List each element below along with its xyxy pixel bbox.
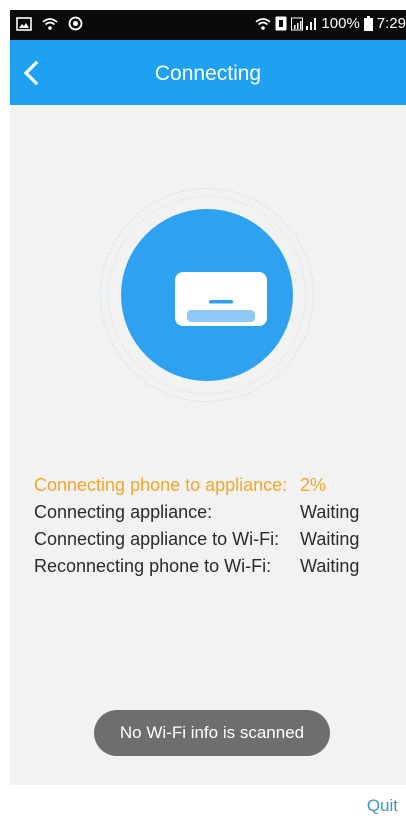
step-label: Connecting appliance: <box>34 502 213 522</box>
step-label: Reconnecting phone to Wi-Fi: <box>34 556 272 576</box>
step-reconnect-phone: Reconnecting phone to Wi-Fi: Waiting <box>34 556 394 583</box>
step-status: Waiting <box>300 502 360 522</box>
step-connecting-appliance: Connecting appliance: Waiting <box>34 502 394 529</box>
battery-icon <box>363 16 373 31</box>
status-bar: 100% 7:29 <box>10 10 406 40</box>
signal-icon <box>291 17 317 31</box>
device-circle <box>121 209 293 381</box>
battery-percent: 100% <box>321 15 360 32</box>
quit-button[interactable]: Quit <box>367 796 398 816</box>
step-appliance-to-wifi: Connecting appliance to Wi-Fi: Waiting <box>34 529 394 556</box>
connection-steps: Connecting phone to appliance: 2% Connec… <box>34 475 394 583</box>
step-label: Connecting appliance to Wi-Fi: <box>34 529 280 549</box>
app-header: Connecting <box>10 40 406 105</box>
step-phone-to-appliance: Connecting phone to appliance: 2% <box>34 475 394 502</box>
toast-message: No Wi-Fi info is scanned <box>94 710 330 756</box>
status-bar-left <box>16 16 83 31</box>
app-screen: 100% 7:29 Connecting Connecting phone to… <box>10 10 406 822</box>
step-status: Waiting <box>300 556 360 576</box>
sync-icon <box>68 16 83 31</box>
air-conditioner-icon <box>175 272 267 326</box>
sim-icon <box>275 16 287 31</box>
step-status: Waiting <box>300 529 360 549</box>
step-status: 2% <box>300 475 327 495</box>
connection-content: Connecting phone to appliance: 2% Connec… <box>10 105 406 785</box>
status-time: 7:29 <box>376 15 406 32</box>
status-bar-right: 100% 7:29 <box>255 15 406 32</box>
image-icon <box>16 16 32 31</box>
wifi-icon <box>42 17 58 30</box>
page-title: Connecting <box>154 62 262 85</box>
step-label: Connecting phone to appliance: <box>34 475 288 495</box>
wifi-icon <box>255 17 271 30</box>
